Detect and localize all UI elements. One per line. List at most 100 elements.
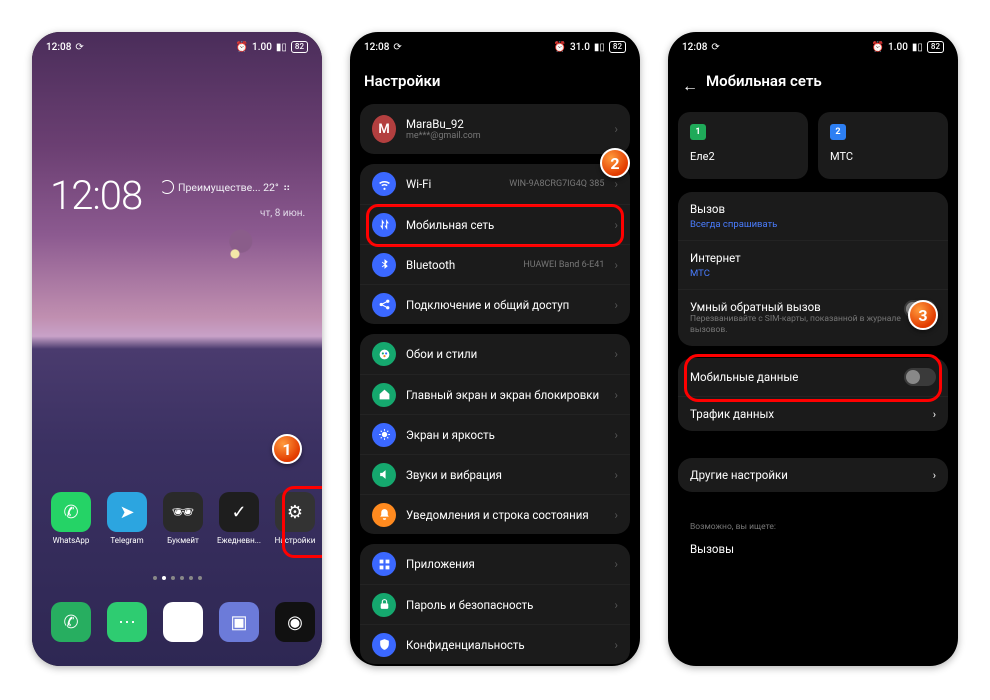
app-label: Ежедневн... xyxy=(217,536,261,545)
disp-icon xyxy=(372,423,396,447)
app-camera[interactable]: ◉ xyxy=(274,602,316,642)
row-label: Приложения xyxy=(406,557,604,571)
account-name: MaraBu_92 xyxy=(406,117,604,131)
row-label: Конфиденциальность xyxy=(406,638,604,652)
status-bar: 12:08⟳ ⏰ 1.00 ▮▯ 82 xyxy=(32,32,322,62)
internet-pref-row[interactable]: Интернет МТС xyxy=(678,240,948,289)
settings-row-apps[interactable]: Приложения › xyxy=(360,544,630,584)
settings-row-share[interactable]: Подключение и общий доступ› xyxy=(360,284,630,324)
notif-icon xyxy=(372,503,396,527)
app-ежедневн...[interactable]: ✓ Ежедневн... xyxy=(218,492,260,545)
other-settings-row[interactable]: Другие настройки › xyxy=(678,458,948,492)
app-label: Telegram xyxy=(110,536,143,545)
step-badge-3: 3 xyxy=(908,300,938,330)
app-messages[interactable]: ⋯ xyxy=(106,602,148,642)
app-icon: ✆ xyxy=(51,602,91,642)
app-icon: ▣ xyxy=(219,602,259,642)
sync-icon: ⟳ xyxy=(393,42,401,53)
traffic-label: Трафик данных xyxy=(690,407,774,421)
row-label: Уведомления и строка состояния xyxy=(406,508,604,522)
signal-icon: ▮▯ xyxy=(912,42,923,53)
sim-badge-1: 1 xyxy=(690,124,706,140)
net-speed: 1.00 xyxy=(252,42,272,53)
settings-list[interactable]: M MaraBu_92 me***@gmail.com › Wi-FiWIN-9… xyxy=(350,104,640,666)
settings-row-mobile[interactable]: Мобильная сеть › xyxy=(360,204,630,244)
chevron-right-icon: › xyxy=(614,557,618,571)
share-icon xyxy=(372,293,396,317)
app-букмейт[interactable]: 🕶Букмейт xyxy=(162,492,204,545)
settings-row-priv[interactable]: Конфиденциальность › xyxy=(360,624,630,664)
settings-row-snd[interactable]: Звуки и вибрация› xyxy=(360,454,630,494)
row-label: Обои и стили xyxy=(406,347,604,361)
settings-row-wall[interactable]: Обои и стили› xyxy=(360,334,630,374)
step-badge-1: 1 xyxy=(272,434,302,464)
net-speed: 1.00 xyxy=(888,42,908,53)
chevron-right-icon: › xyxy=(614,428,618,442)
app-whatsapp[interactable]: ✆ WhatsApp xyxy=(50,492,92,545)
call-pref-row[interactable]: Вызов Всегда спрашивать xyxy=(678,192,948,240)
app-label: WhatsApp xyxy=(53,536,90,545)
chevron-right-icon: › xyxy=(614,218,618,232)
sync-icon: ⟳ xyxy=(75,42,83,53)
row-label: Мобильная сеть xyxy=(406,218,604,232)
app-icon: Y xyxy=(163,602,203,642)
account-mail: me***@gmail.com xyxy=(406,131,604,141)
sync-icon: ⟳ xyxy=(711,42,719,53)
settings-row-disp[interactable]: Экран и яркость › xyxy=(360,414,630,454)
suggestions-block: Возможно, вы ищете: Вызовы xyxy=(678,512,948,566)
alarm-icon: ⏰ xyxy=(554,42,566,53)
suggestion-calls[interactable]: Вызовы xyxy=(690,542,936,556)
home-icon xyxy=(372,383,396,407)
account-row[interactable]: M MaraBu_92 me***@gmail.com › xyxy=(360,104,630,154)
settings-row-sec[interactable]: Пароль и безопасность› xyxy=(360,584,630,624)
status-time: 12:08 xyxy=(46,42,71,53)
weather-widget[interactable]: Преимуществе... 22° ⠶ xyxy=(160,180,291,194)
settings-row-wifi[interactable]: Wi-FiWIN-9A8CRG7IG4Q 385› xyxy=(360,164,630,204)
page-title: Мобильная сеть xyxy=(706,72,822,90)
app-phone[interactable]: ✆ xyxy=(50,602,92,642)
weather-text: Преимуществе... 22° xyxy=(178,181,279,194)
mobile-icon xyxy=(372,213,396,237)
app-telegram[interactable]: ➤ Telegram xyxy=(106,492,148,545)
app-gallery[interactable]: ▣ xyxy=(218,602,260,642)
row-label: Экран и яркость xyxy=(406,428,604,442)
app-yandex[interactable]: Y xyxy=(162,602,204,642)
back-button[interactable]: ← xyxy=(682,76,698,96)
phone-mobile-network-screen: 12:08⟳ ⏰1.00▮▯82 ← Мобильная сеть 1 Еле2… xyxy=(668,32,958,666)
status-time: 12:08 xyxy=(364,42,389,53)
chevron-right-icon: › xyxy=(933,469,936,482)
battery-indicator: 82 xyxy=(927,41,944,53)
apps-row: ✆WhatsApp➤Telegram🕶Букмейт✓Ежедневн...⚙Н… xyxy=(50,492,316,545)
app-icon: ⋯ xyxy=(107,602,147,642)
highlight-mobile-data-toggle xyxy=(684,354,942,402)
settings-row-bt[interactable]: BluetoothHUAWEI Band 6-E41› xyxy=(360,244,630,284)
wallpaper xyxy=(32,32,322,666)
chevron-right-icon: › xyxy=(933,408,936,421)
row-label: Wi-Fi xyxy=(406,177,499,191)
highlight-settings-app xyxy=(282,486,322,558)
chevron-right-icon: › xyxy=(614,177,618,191)
settings-row-notif[interactable]: Уведомления и строка состояния› xyxy=(360,494,630,534)
sim-badge-2: 2 xyxy=(830,124,846,140)
status-bar: 12:08⟳ ⏰31.0▮▯82 xyxy=(350,32,640,62)
internet-value: МТС xyxy=(690,268,936,279)
row-value: HUAWEI Band 6-E41 xyxy=(523,260,604,270)
row-label: Главный экран и экран блокировки xyxy=(406,388,604,402)
app-icon: ➤ xyxy=(107,492,147,532)
chevron-right-icon: › xyxy=(614,122,618,136)
row-label: Пароль и безопасность xyxy=(406,598,604,612)
app-icon: ✆ xyxy=(51,492,91,532)
phone-home-screen: 12:08⟳ ⏰ 1.00 ▮▯ 82 12:08 Преимуществе..… xyxy=(32,32,322,666)
clock-widget[interactable]: 12:08 xyxy=(50,172,142,219)
smart-callback-label: Умный обратный вызов xyxy=(690,300,901,314)
status-bar: 12:08⟳ ⏰1.00▮▯82 xyxy=(668,32,958,62)
app-icon: ✓ xyxy=(219,492,259,532)
settings-row-home[interactable]: Главный экран и экран блокировки› xyxy=(360,374,630,414)
wifi-icon xyxy=(372,172,396,196)
alarm-icon: ⏰ xyxy=(872,42,884,53)
sim-card-1[interactable]: 1 Еле2 xyxy=(678,112,808,179)
app-icon: 🕶 xyxy=(163,492,203,532)
chevron-right-icon: › xyxy=(614,638,618,652)
sim-card-2[interactable]: 2 МТС xyxy=(818,112,948,179)
bt-icon xyxy=(372,253,396,277)
